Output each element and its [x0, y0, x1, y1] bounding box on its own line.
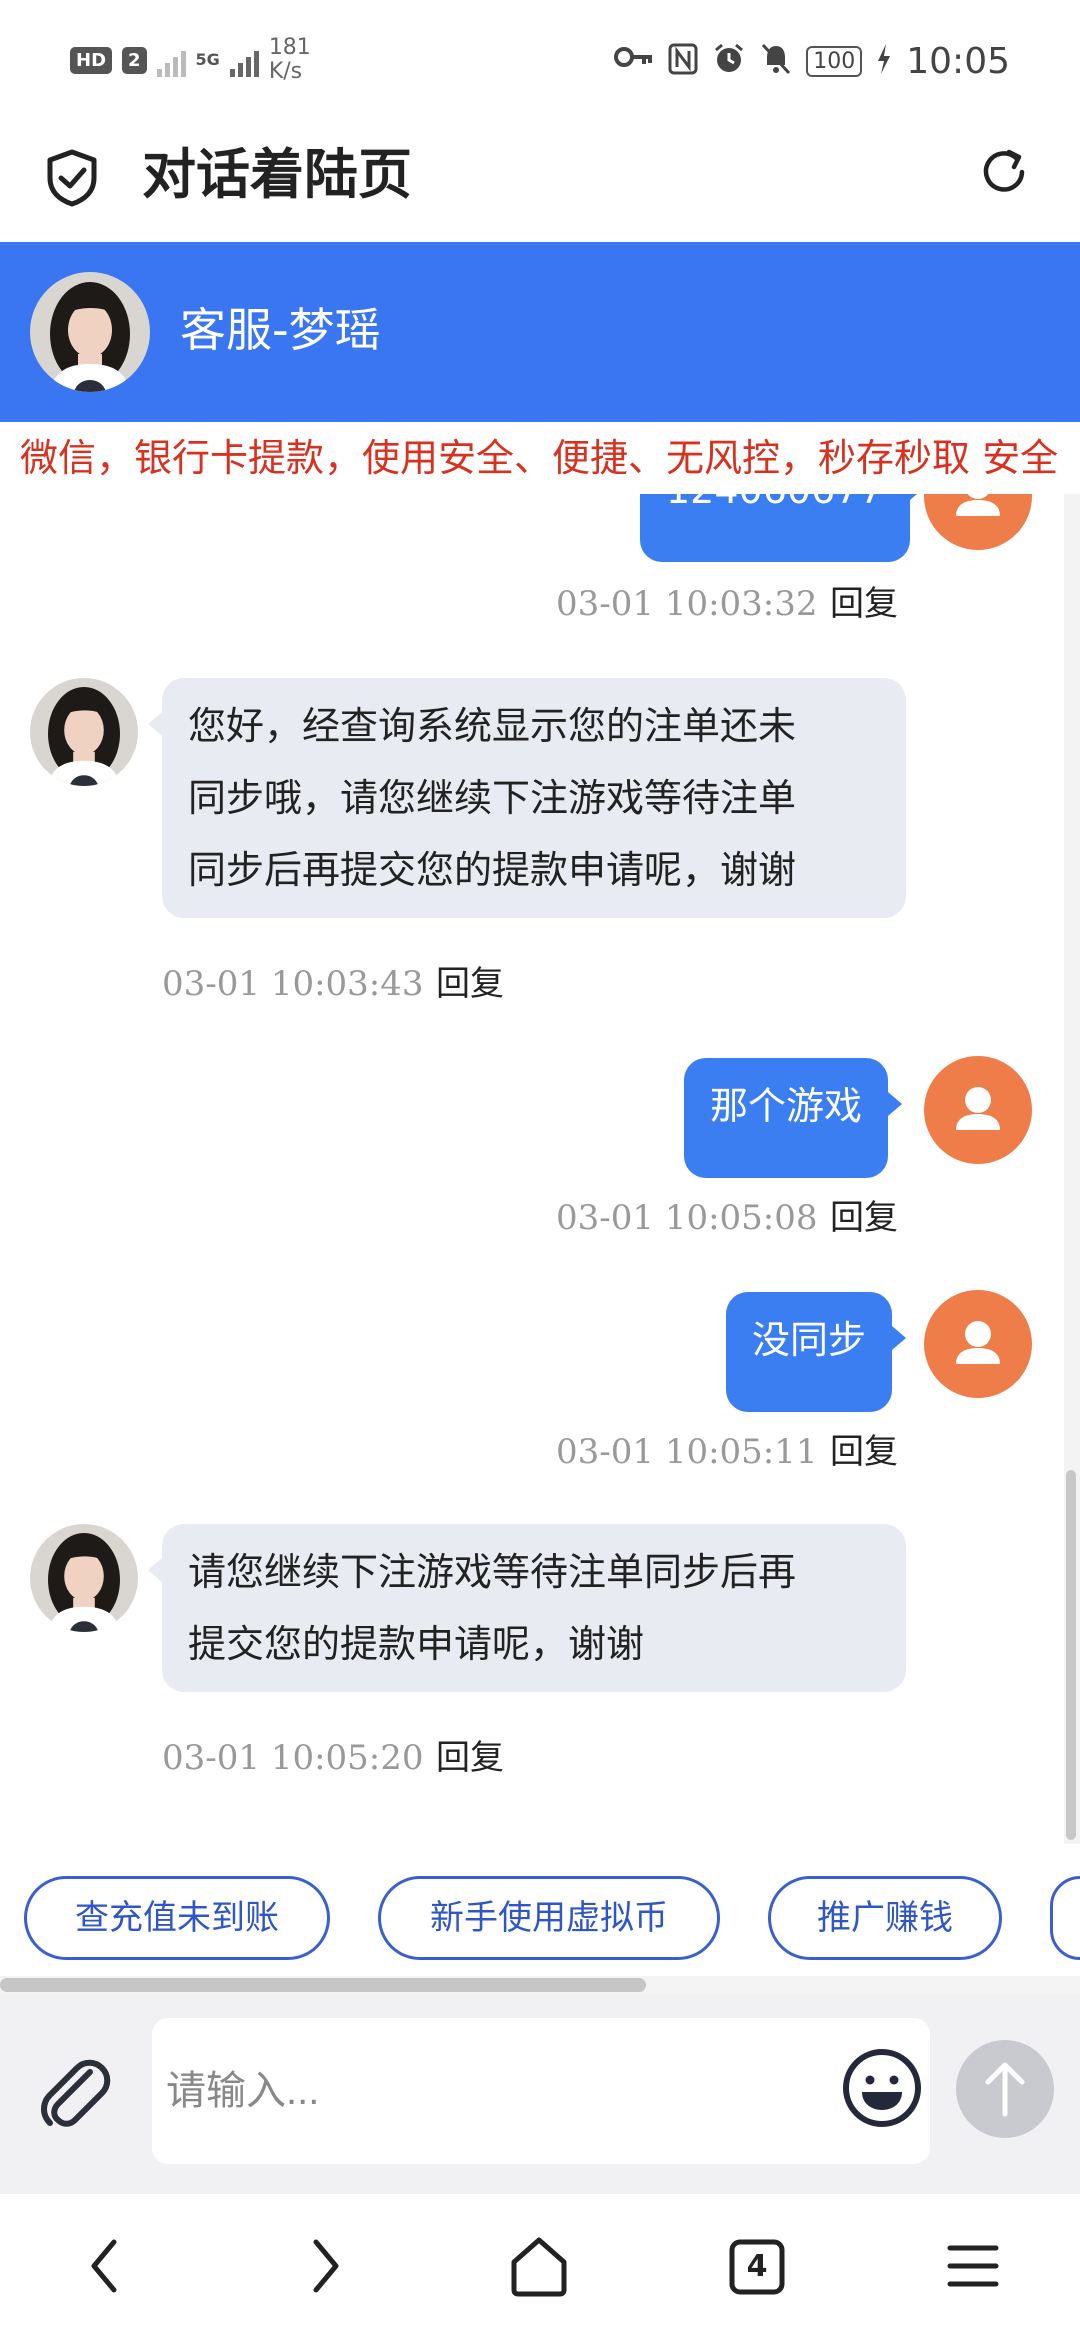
- agent-avatar: [30, 1524, 138, 1632]
- reply-button[interactable]: 回复: [436, 964, 504, 1004]
- message-bubble-user: 没同步: [726, 1292, 907, 1412]
- quick-reply-chip[interactable]: 查充值未到账: [24, 1876, 330, 1960]
- agent-name: 客服-梦瑶: [180, 303, 381, 357]
- message-timestamp: 03-01 10:05:08: [556, 1198, 818, 1238]
- quick-reply-chip[interactable]: 新手使用虚拟币: [378, 1876, 720, 1960]
- agent-avatar: [30, 272, 150, 392]
- announcement-text: 微信，银行卡提款，使用安全、便捷、无风控，秒存秒取 安全: [20, 436, 1059, 480]
- message-timestamp: 03-01 10:05:11: [556, 1432, 818, 1472]
- message-line: 您好，经查询系统显示您的注单还未: [188, 704, 797, 748]
- page-title: 对话着陆页: [142, 143, 412, 206]
- key-icon: [614, 42, 654, 80]
- shield-check-icon: [44, 148, 100, 208]
- network-type: 5G: [195, 50, 220, 69]
- reply-button[interactable]: 回复: [830, 584, 898, 624]
- user-avatar-icon: [924, 1290, 1032, 1398]
- refresh-icon[interactable]: [976, 144, 1032, 200]
- tabs-icon[interactable]: 4: [722, 2228, 792, 2304]
- signal-sim2-icon: [229, 43, 259, 77]
- battery-level: 100: [806, 45, 863, 77]
- message-bubble-agent: 您好，经查询系统显示您的注单还未 同步哦，请您继续下注游戏等待注单 同步后再提交…: [148, 678, 906, 918]
- chat-scrollbar-thumb[interactable]: [1066, 1470, 1076, 1840]
- charging-icon: [876, 44, 892, 78]
- send-button[interactable]: [956, 2040, 1054, 2138]
- home-icon[interactable]: [504, 2228, 574, 2304]
- message-line: 同步后再提交您的提款申请呢，谢谢: [188, 848, 797, 892]
- quick-reply-scroll-thumb[interactable]: [0, 1978, 646, 1992]
- message-bubble-user: 那个游戏: [684, 1058, 903, 1178]
- signal-sim1-icon: [156, 43, 186, 77]
- emoji-icon[interactable]: [840, 2046, 924, 2130]
- user-avatar-icon: [924, 494, 1032, 550]
- paperclip-icon[interactable]: [34, 2054, 114, 2134]
- agent-avatar: [30, 678, 138, 786]
- message-text: 那个游戏: [710, 1084, 863, 1128]
- message-line: 提交您的提款申请呢，谢谢: [188, 1622, 645, 1666]
- network-speed-value: 181: [268, 35, 311, 60]
- reply-button[interactable]: 回复: [830, 1198, 898, 1238]
- mute-bell-icon: [760, 42, 792, 80]
- clock: 10:05: [906, 40, 1010, 82]
- reply-button[interactable]: 回复: [830, 1432, 898, 1472]
- message-text: 没同步: [752, 1318, 867, 1362]
- message-timestamp: 03-01 10:05:20: [162, 1738, 424, 1778]
- nfc-icon: [668, 43, 698, 79]
- status-bar-right: 100 10:05: [614, 36, 1010, 86]
- agent-header: [0, 242, 1080, 422]
- message-input[interactable]: [152, 2018, 930, 2164]
- message-bubble-agent: 请您继续下注游戏等待注单同步后再 提交您的提款申请呢，谢谢: [148, 1524, 906, 1692]
- alarm-icon: [712, 42, 746, 80]
- status-bar-left: HD 2 5G 181 K/s: [70, 30, 311, 90]
- user-avatar-icon: [924, 1056, 1032, 1164]
- message-bubble-user: 124060677: [640, 494, 924, 562]
- back-arrow-icon[interactable]: [72, 2228, 142, 2304]
- message-text: 124060677: [666, 494, 884, 512]
- network-speed: 181 K/s: [269, 36, 311, 84]
- message-line: 请您继续下注游戏等待注单同步后再: [188, 1550, 797, 1594]
- menu-icon[interactable]: [938, 2228, 1008, 2304]
- chat-message-list[interactable]: 124060677 03-01 10:03:32 回复 您好，经查询系统显示您的…: [0, 494, 1064, 1844]
- message-timestamp: 03-01 10:03:32: [556, 584, 818, 624]
- tab-count: 4: [746, 2249, 768, 2284]
- network-speed-unit: K/s: [268, 59, 303, 84]
- quick-reply-chip[interactable]: 推广赚钱: [768, 1876, 1002, 1960]
- reply-button[interactable]: 回复: [436, 1738, 504, 1778]
- message-timestamp: 03-01 10:03:43: [162, 964, 424, 1004]
- hd-badge: HD: [70, 46, 113, 74]
- sim-badge: 2: [122, 46, 147, 74]
- message-line: 同步哦，请您继续下注游戏等待注单: [188, 776, 797, 820]
- announcement-marquee: 微信，银行卡提款，使用安全、便捷、无风控，秒存秒取 安全: [0, 422, 1080, 494]
- forward-arrow-icon[interactable]: [288, 2228, 358, 2304]
